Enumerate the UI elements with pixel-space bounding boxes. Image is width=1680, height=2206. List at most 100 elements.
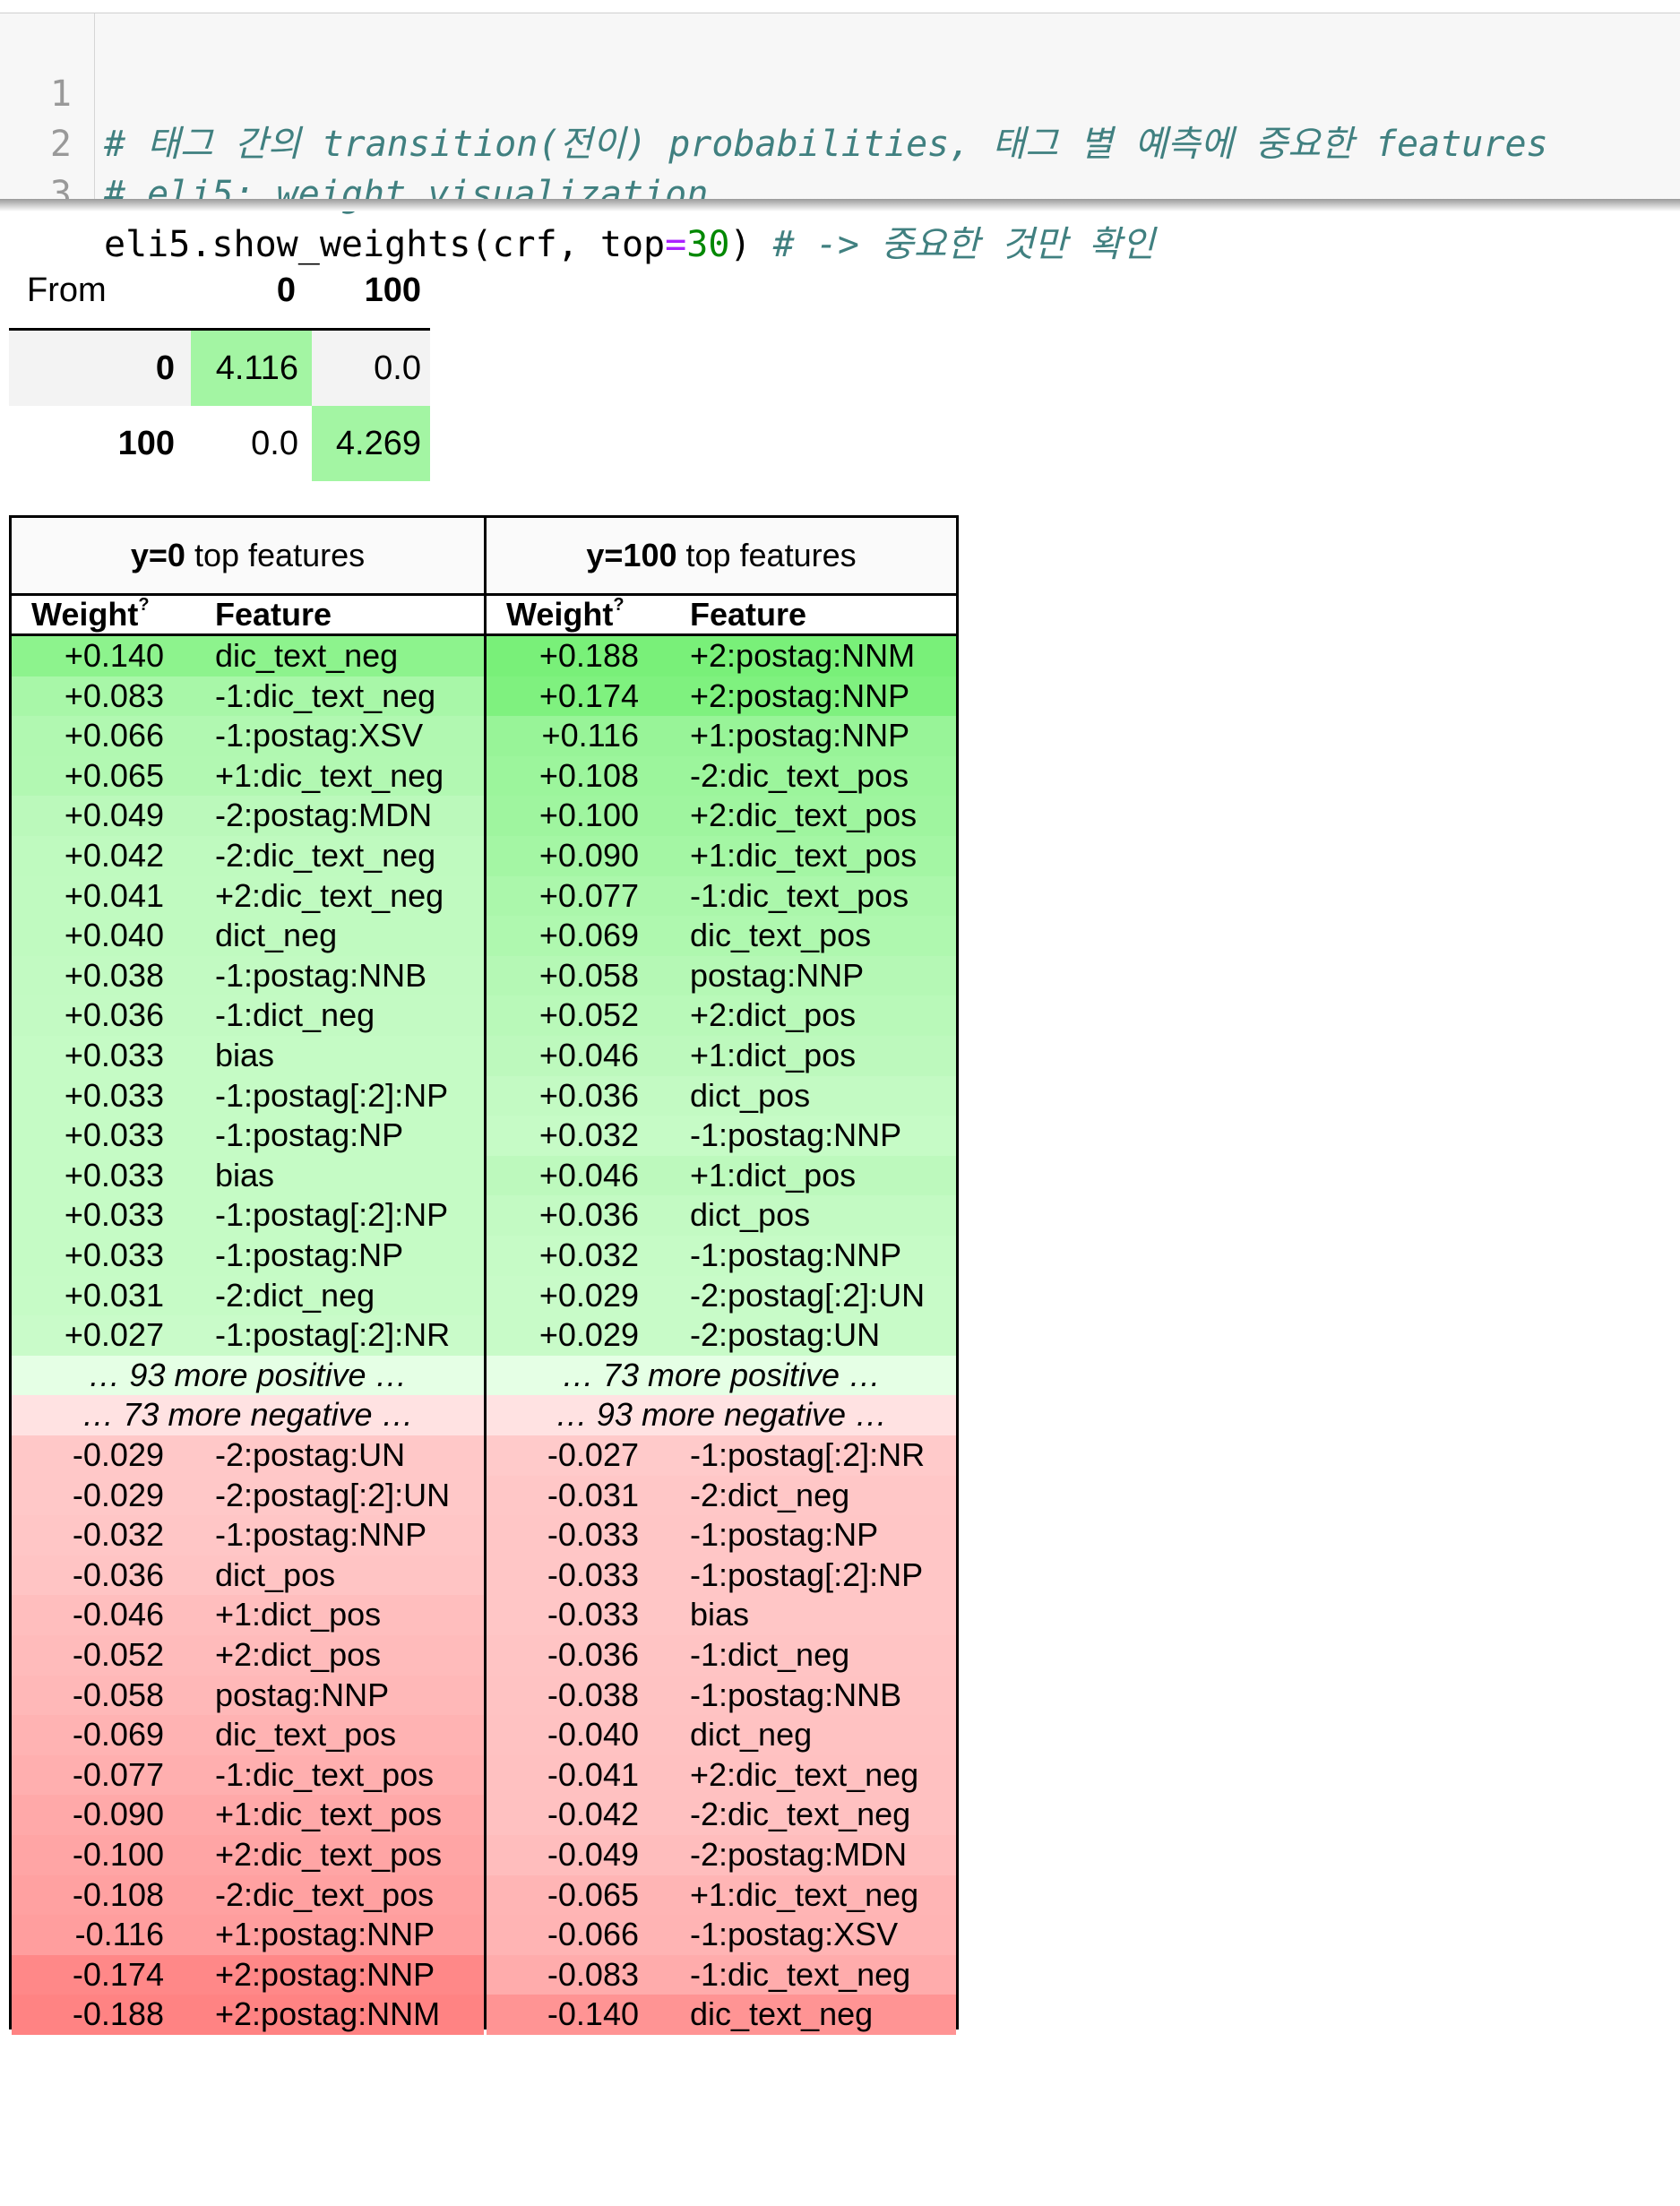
negative-feature-row: -0.036 dict_pos xyxy=(12,1555,484,1596)
negative-feature-row: -0.090 +1:dic_text_pos xyxy=(12,1795,484,1835)
feature-weight: -0.040 xyxy=(547,1716,639,1754)
code-line-1[interactable]: 1 # 태그 간의 transition(전이) probabilities, … xyxy=(0,19,1548,165)
negative-feature-row: -0.058 postag:NNP xyxy=(12,1675,484,1716)
feature-weight: +0.033 xyxy=(64,1076,164,1114)
feature-name: +2:dict_pos xyxy=(215,1636,382,1673)
feature-name: -2:dict_neg xyxy=(690,1476,850,1513)
feature-name: dic_text_neg xyxy=(690,1995,874,2033)
positive-feature-row: +0.041 +2:dic_text_neg xyxy=(12,875,484,917)
transition-col-header: 0 xyxy=(276,271,296,309)
help-icon[interactable]: ? xyxy=(138,595,149,615)
feature-name: -1:postag:NP xyxy=(690,1516,879,1554)
y100-header-label: y=100 xyxy=(586,537,677,573)
column-separator xyxy=(484,518,487,2027)
more-features-label: … 73 more positive … xyxy=(561,1356,882,1393)
feature-weight: -0.083 xyxy=(547,1955,639,1993)
feature-name: +2:dic_text_pos xyxy=(215,1836,443,1873)
feature-weight: +0.046 xyxy=(538,1156,639,1193)
feature-name: +1:dic_text_neg xyxy=(690,1875,919,1913)
negative-feature-row: -0.033 -1:postag[:2]:NP xyxy=(487,1555,956,1596)
transition-corner-label: From \ To xyxy=(27,271,107,370)
positive-feature-row: +0.029 -2:postag[:2]:UN xyxy=(487,1275,956,1316)
feature-weight: +0.140 xyxy=(64,637,164,674)
feature-weight: -0.140 xyxy=(547,1995,639,2033)
positive-feature-row: +0.077 -1:dic_text_pos xyxy=(487,875,956,917)
feature-name: +1:dic_text_pos xyxy=(215,1796,443,1833)
feature-weight: +0.077 xyxy=(538,876,639,914)
negative-feature-row: -0.066 -1:postag:XSV xyxy=(487,1915,956,1955)
feature-weight: +0.049 xyxy=(64,797,164,834)
feature-weight: +0.174 xyxy=(538,676,639,714)
code-line-3[interactable]: 3 eli5.show_weights(crf, top=30) # -> 중요… xyxy=(0,119,1155,265)
feature-name: postag:NNP xyxy=(690,956,865,994)
feature-weight: -0.174 xyxy=(72,1955,164,1993)
feature-name: -1:postag:XSV xyxy=(215,717,424,754)
feature-weight: +0.032 xyxy=(538,1116,639,1154)
feature-weight: +0.033 xyxy=(64,1196,164,1234)
positive-feature-row: +0.116 +1:postag:NNP xyxy=(487,716,956,756)
positive-feature-row: +0.040 dict_neg xyxy=(12,916,484,956)
feature-weight: -0.116 xyxy=(74,1916,164,1953)
feature-weight: -0.036 xyxy=(547,1636,639,1673)
feature-weight: -0.108 xyxy=(72,1875,164,1913)
positive-feature-row: +0.100 +2:dic_text_pos xyxy=(487,796,956,836)
feature-name: +2:postag:NNP xyxy=(215,1955,435,1993)
y100-header-suffix: top features xyxy=(676,537,857,573)
feature-name: dic_text_neg xyxy=(215,637,399,674)
positive-feature-row: +0.108 -2:dic_text_pos xyxy=(487,755,956,797)
feature-weight: +0.040 xyxy=(64,917,164,954)
feature-name: -2:postag:MDN xyxy=(215,797,433,834)
feature-name: -1:postag[:2]:NR xyxy=(215,1316,451,1354)
feature-name: -1:postag:NP xyxy=(215,1237,404,1273)
feature-weight: +0.058 xyxy=(538,956,639,994)
feature-name: +1:dict_pos xyxy=(690,1156,857,1193)
positive-feature-row: +0.033 -1:postag[:2]:NP xyxy=(12,1195,484,1236)
positive-feature-row: +0.032 -1:postag:NNP xyxy=(487,1236,956,1276)
feature-name: -2:postag:MDN xyxy=(690,1836,908,1873)
feature-weight: +0.033 xyxy=(64,1037,164,1073)
negative-feature-row: -0.077 -1:dic_text_pos xyxy=(12,1754,484,1796)
code-cell[interactable]: 1 # 태그 간의 transition(전이) probabilities, … xyxy=(0,13,1680,265)
feature-weight: -0.046 xyxy=(72,1596,164,1633)
feature-name: -1:postag:NNB xyxy=(215,956,427,994)
y0-header-suffix: top features xyxy=(185,537,366,573)
positive-feature-row: +0.036 -1:dict_neg xyxy=(12,995,484,1036)
feature-header: Feature xyxy=(215,596,332,633)
positive-feature-row: +0.033 -1:postag:NP xyxy=(12,1116,484,1156)
feature-header: Feature xyxy=(690,596,807,633)
feature-name: -1:postag:XSV xyxy=(690,1916,899,1953)
positive-feature-row: +0.069 dic_text_pos xyxy=(487,916,956,956)
negative-feature-row: -0.069 dic_text_pos xyxy=(12,1715,484,1755)
positive-feature-row: +0.052 +2:dict_pos xyxy=(487,995,956,1036)
negative-feature-row: -0.040 dict_neg xyxy=(487,1715,956,1755)
feature-weight: -0.052 xyxy=(72,1636,164,1673)
positive-feature-row: +0.090 +1:dic_text_pos xyxy=(487,836,956,876)
feature-weight: +0.027 xyxy=(64,1316,164,1354)
feature-name: postag:NNP xyxy=(215,1676,390,1713)
positive-feature-row: +0.031 -2:dict_neg xyxy=(12,1275,484,1316)
more-features-label: … 93 more negative … xyxy=(555,1396,888,1434)
help-icon[interactable]: ? xyxy=(613,595,624,615)
feature-weight: +0.038 xyxy=(64,956,164,994)
code-number: 30 xyxy=(686,224,730,265)
feature-name: bias xyxy=(215,1156,275,1193)
feature-weight: +0.033 xyxy=(64,1237,164,1273)
negative-feature-row: -0.027 -1:postag[:2]:NR xyxy=(487,1435,956,1476)
code-line-2[interactable]: 2 # eli5: weight visualization xyxy=(0,69,708,215)
negative-feature-row: -0.083 -1:dic_text_neg xyxy=(487,1954,956,1995)
feature-name: -1:dic_text_neg xyxy=(215,676,436,714)
feature-name: -2:dic_text_pos xyxy=(215,1875,435,1913)
feature-weight: -0.033 xyxy=(547,1596,639,1633)
code-operator: = xyxy=(665,224,687,265)
more-positive-row: … 93 more positive … xyxy=(12,1355,484,1396)
feature-weight: -0.033 xyxy=(547,1516,639,1554)
feature-weights-table: y=0 top features y=100 top features Weig… xyxy=(9,515,959,2035)
positive-feature-row: +0.140 dic_text_neg xyxy=(12,636,484,676)
feature-name: -1:dict_neg xyxy=(690,1636,850,1673)
positive-feature-row: +0.042 -2:dic_text_neg xyxy=(12,836,484,876)
code-comment: # eli5: weight visualization xyxy=(104,174,709,215)
feature-name: +2:postag:NNM xyxy=(215,1995,441,2033)
feature-name: -1:postag:NNP xyxy=(690,1237,902,1273)
feature-name: -2:dic_text_neg xyxy=(690,1796,911,1833)
feature-weight: +0.033 xyxy=(64,1116,164,1154)
